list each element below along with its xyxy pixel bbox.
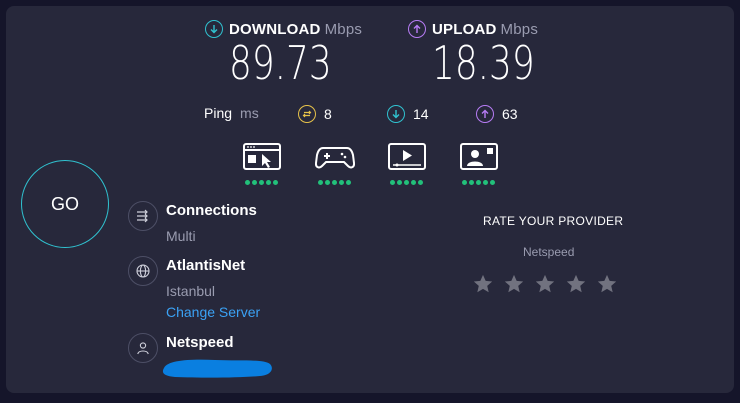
go-label: GO (50, 193, 79, 214)
ping-upload: 63 (476, 105, 518, 123)
star-1-icon[interactable] (472, 273, 494, 295)
star-3-icon[interactable] (534, 273, 556, 295)
streaming-quality[interactable] (387, 142, 427, 185)
connections-icon (128, 201, 158, 231)
rate-provider-title: RATE YOUR PROVIDER (483, 214, 624, 228)
ping-upload-value: 63 (502, 106, 518, 122)
ping-label-group: Ping ms (204, 105, 259, 121)
ping-download: 14 (387, 105, 429, 123)
rate-provider-name: Netspeed (523, 245, 575, 259)
upload-value: 18.39 (432, 36, 535, 90)
star-4-icon[interactable] (565, 273, 587, 295)
gaming-quality-dots (318, 180, 355, 185)
star-5-icon[interactable] (596, 273, 618, 295)
ping-idle-value: 8 (324, 106, 332, 122)
upload-unit: Mbps (500, 20, 539, 38)
download-unit: Mbps (324, 20, 363, 38)
browsing-quality-dots (245, 180, 282, 185)
redacted-ip-mark (162, 359, 272, 378)
speedtest-results-card (6, 6, 734, 393)
globe-icon (128, 256, 158, 286)
connections-title: Connections (166, 202, 257, 219)
download-latency-icon (387, 105, 405, 123)
connections-value[interactable]: Multi (166, 228, 196, 244)
ping-idle: 8 (298, 105, 332, 123)
star-2-icon[interactable] (503, 273, 525, 295)
ping-download-value: 14 (413, 106, 429, 122)
streaming-quality-dots (390, 180, 427, 185)
download-icon (205, 20, 223, 38)
download-value: 89.73 (229, 36, 332, 90)
rating-stars (472, 273, 618, 295)
video-call-icon (460, 143, 498, 170)
ping-label: Ping (204, 105, 233, 121)
upload-latency-icon (476, 105, 494, 123)
upload-label: UPLOAD (432, 20, 497, 38)
go-button[interactable]: GO (21, 160, 109, 248)
upload-icon (408, 20, 426, 38)
user-icon (128, 333, 158, 363)
browser-icon (243, 143, 281, 170)
change-server-link[interactable]: Change Server (166, 304, 260, 320)
download-label: DOWNLOAD (229, 20, 321, 38)
server-name: AtlantisNet (166, 257, 246, 274)
video-call-quality[interactable] (459, 142, 499, 185)
gaming-quality[interactable] (314, 142, 356, 185)
provider-name: Netspeed (166, 334, 234, 351)
server-city: Istanbul (166, 283, 216, 299)
ping-unit: ms (240, 105, 259, 121)
gamepad-icon (314, 147, 356, 169)
video-player-icon (388, 143, 426, 170)
browsing-quality[interactable] (242, 142, 282, 185)
video-call-quality-dots (462, 180, 499, 185)
idle-latency-icon (298, 105, 316, 123)
